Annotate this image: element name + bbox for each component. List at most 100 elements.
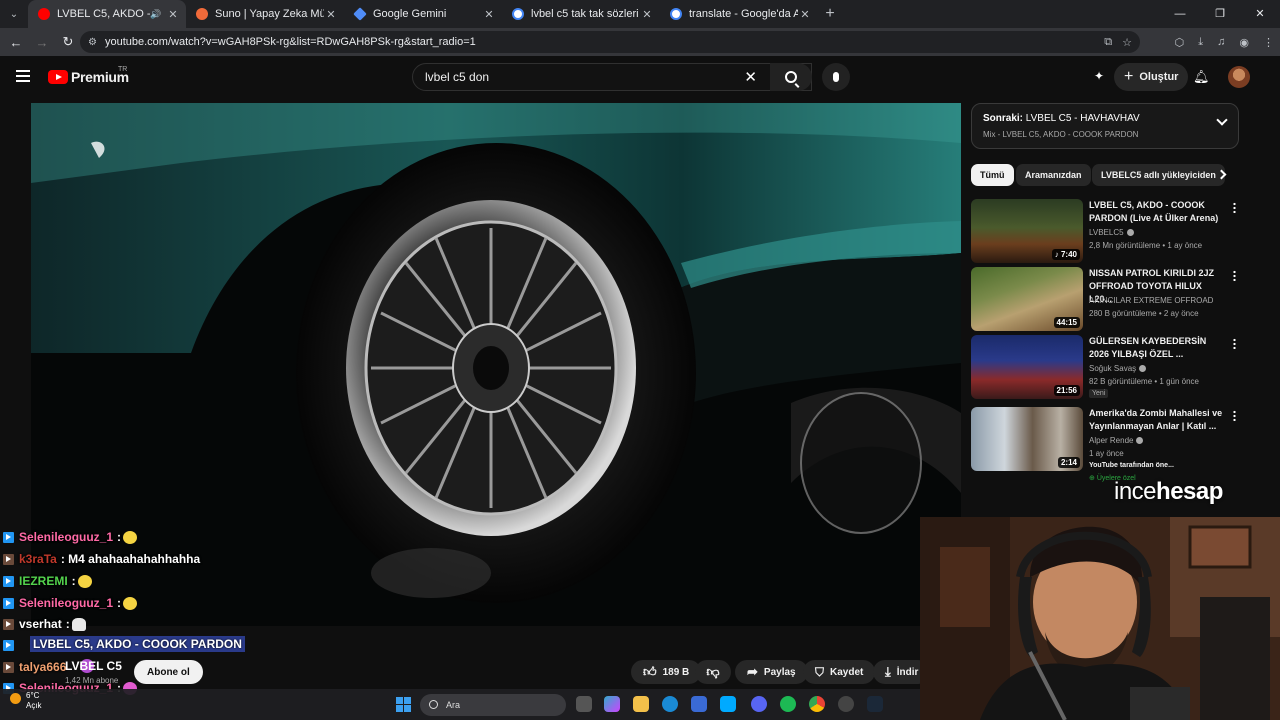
tab-suno[interactable]: Suno | Yapay Zeka Müziği ✕ [186,0,344,28]
downloads-icon[interactable]: ⤓ [1198,36,1203,49]
hamburger-menu-icon[interactable] [16,70,30,82]
browser-tab-strip: ⌄ LVBEL C5, AKDO - COOOK P 🔊 ✕ Suno | Ya… [0,0,1280,28]
share-button[interactable]: ➦ Paylaş [735,660,808,684]
microsoft-store-icon[interactable] [691,696,707,712]
share-arrow-icon: ➦ [747,664,758,679]
app-icon[interactable] [720,696,736,712]
video-player[interactable] [31,103,961,626]
spotify-icon[interactable] [780,696,796,712]
subscribe-button[interactable]: Abone ol [134,660,203,684]
discord-icon[interactable] [751,696,767,712]
video-action-row: LVBEL C5 1,42 Mn abone Abone ol 👍︎ 189 B… [0,656,960,688]
clear-search-icon[interactable]: ✕ [744,68,757,86]
download-icon: ⤓ [885,664,891,679]
file-explorer-icon[interactable] [633,696,649,712]
close-tab-icon[interactable]: ✕ [166,8,180,21]
like-button[interactable]: 👍︎ 189 B [631,660,702,684]
video-channel[interactable]: LVBELC5 [1089,228,1134,237]
recommended-video[interactable]: 2:14 Amerika'da Zombi Mahallesi ve Yayın… [971,407,1241,482]
tab-gemini[interactable]: Google Gemini ✕ [344,0,502,28]
chrome-icon[interactable] [809,696,825,712]
windows-start-icon[interactable] [396,697,411,712]
steam-icon[interactable] [867,696,883,712]
video-title[interactable]: GÜLERSEN KAYBEDERSİN 2026 YILBAŞI ÖZEL .… [1089,335,1223,361]
media-control-icon[interactable]: ♫ [1217,36,1225,48]
taskbar-search[interactable]: Ara [420,694,566,716]
close-tab-icon[interactable]: ✕ [482,8,496,21]
more-options-icon[interactable] [1233,270,1236,281]
task-view-icon[interactable] [576,696,592,712]
speaker-icon[interactable]: 🔊 [150,9,162,20]
video-thumbnail[interactable]: ♪ 7:40 [971,199,1083,263]
recommended-video[interactable]: ♪ 7:40 LVBEL C5, AKDO - COOOK PARDON (Li… [971,199,1241,263]
video-title[interactable]: LVBEL C5, AKDO - COOOK PARDON (Live At Ü… [1089,199,1223,225]
video-thumbnail[interactable]: 21:56 [971,335,1083,399]
chip-all[interactable]: Tümü [971,164,1014,186]
save-button[interactable]: ⛉ Kaydet [803,660,876,684]
streamer-webcam [920,517,1280,720]
video-channel[interactable]: Alper Rende [1089,436,1144,445]
close-tab-icon[interactable]: ✕ [798,8,812,21]
new-tab-icon[interactable]: + [818,5,842,23]
search-input[interactable]: lvbel c5 don ✕ [412,63,812,91]
video-thumbnail[interactable]: 2:14 [971,407,1083,471]
more-options-icon[interactable] [1233,410,1236,421]
account-avatar[interactable] [1228,66,1250,88]
back-icon[interactable]: ← [4,30,28,54]
chip-from-uploader[interactable]: LVBELC5 adlı yükleyiciden [1092,164,1225,186]
tab-youtube[interactable]: LVBEL C5, AKDO - COOOK P 🔊 ✕ [28,0,186,28]
video-channel[interactable]: Soğuk Savaş [1089,364,1147,373]
tab-google-translate[interactable]: translate - Google'da Ara ✕ [660,0,818,28]
search-value[interactable]: lvbel c5 don [425,70,489,84]
dislike-button[interactable]: 👎︎ [695,660,731,684]
reload-icon[interactable]: ↻ [56,30,80,54]
up-next-panel[interactable]: Sonraki: LVBEL C5 - HAVHAVHAV Mix - LVBE… [971,103,1239,149]
cast-icon[interactable]: ✦ [1094,69,1108,83]
youtube-premium-logo[interactable]: Premium [48,69,129,85]
channel-name[interactable]: LVBEL C5 [65,659,122,673]
create-button[interactable]: + Oluştur [1114,63,1189,91]
notifications-bell-icon[interactable]: 🔔︎ [1193,69,1210,85]
chip-from-search[interactable]: Aramanızdan [1016,164,1091,186]
restore-icon[interactable]: ❐ [1200,0,1240,28]
recommended-video[interactable]: 21:56 GÜLERSEN KAYBEDERSİN 2026 YILBAŞI … [971,335,1241,399]
minimize-icon[interactable]: — [1160,0,1200,28]
verified-icon [1139,365,1147,372]
video-thumbnail[interactable]: 44:15 [971,267,1083,331]
recommended-video[interactable]: 44:15 NISSAN PATROL KIRILDI 2JZ OFFROAD … [971,267,1241,331]
search-icon [785,71,797,83]
copilot-icon[interactable] [604,696,620,712]
region-code: TR [118,66,128,73]
obs-icon[interactable] [838,696,854,712]
close-tab-icon[interactable]: ✕ [640,8,654,21]
edge-browser-icon[interactable] [662,696,678,712]
site-info-icon[interactable]: ⚙ [88,37,97,48]
tab-title: Suno | Yapay Zeka Müziği [215,8,324,20]
url-text[interactable]: youtube.com/watch?v=wGAH8PSk-rg&list=RDw… [105,36,476,48]
video-channel[interactable]: AKINCILAR EXTREME OFFROAD [1089,296,1213,305]
video-title[interactable]: Amerika'da Zombi Mahallesi ve Yayınlanma… [1089,407,1223,433]
chevron-down-icon[interactable] [1216,114,1228,126]
chat-message [3,636,23,654]
tab-search-icon[interactable]: ⌄ [4,4,24,24]
prime-badge-icon [3,531,14,543]
close-tab-icon[interactable]: ✕ [324,8,338,21]
address-bar[interactable]: ⚙ youtube.com/watch?v=wGAH8PSk-rg&list=R… [80,31,1140,53]
profile-icon[interactable]: ◉ [1239,36,1249,49]
search-button[interactable] [770,63,812,91]
tab-title: LVBEL C5, AKDO - COOOK P [57,8,150,20]
forward-icon[interactable]: → [30,30,54,54]
more-options-icon[interactable] [1233,338,1236,349]
browser-menu-icon[interactable]: ⋮ [1263,36,1274,49]
like-count: 189 B [662,666,690,678]
close-window-icon[interactable]: ✕ [1240,0,1280,28]
more-options-icon[interactable] [1233,202,1236,213]
webcam-image [920,517,1280,720]
weather-widget[interactable]: 6°C Açık [10,691,42,711]
bookmark-star-icon[interactable]: ☆ [1122,36,1132,49]
install-app-icon[interactable]: ⧉ [1104,36,1112,49]
chat-message: vserhat: [3,615,86,633]
extensions-icon[interactable]: ⬡ [1175,36,1185,49]
voice-search-button[interactable] [822,63,850,91]
tab-google-lyrics[interactable]: lvbel c5 tak tak sözleri - Google ✕ [502,0,660,28]
